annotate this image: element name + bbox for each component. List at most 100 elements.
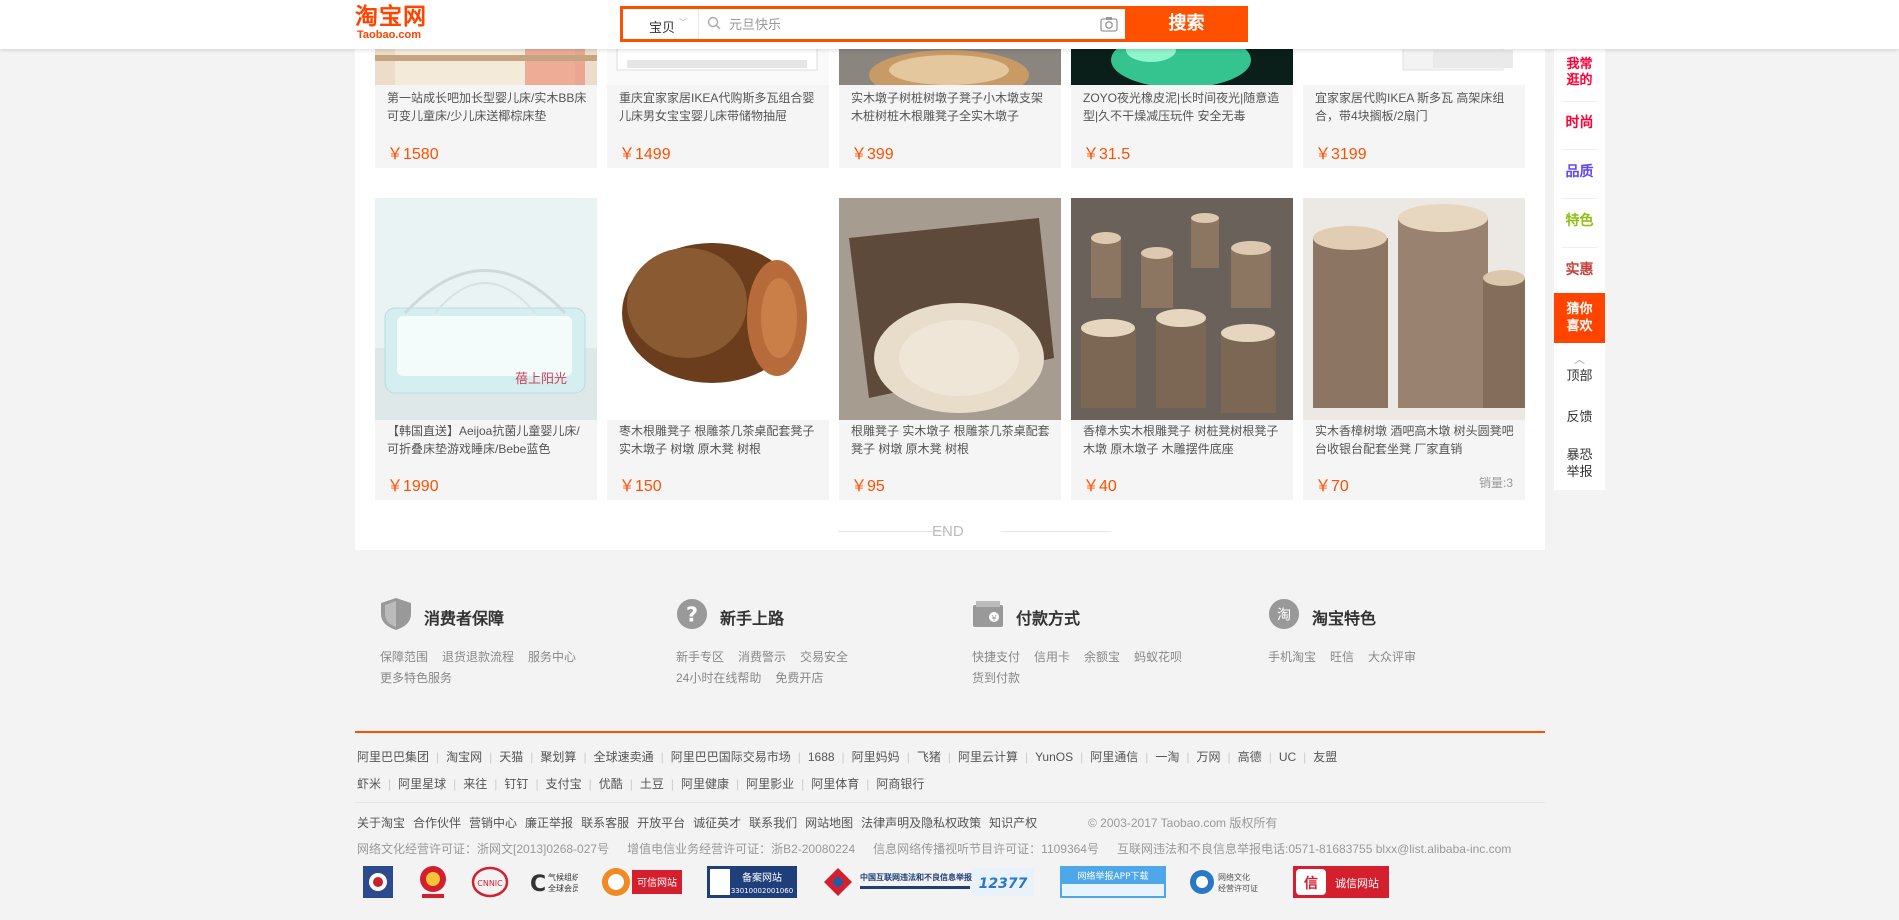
footer-link[interactable]: 阿里星球 — [398, 775, 446, 792]
product-card[interactable]: 根雕凳子 实木墩子 根雕茶几茶桌配套凳子 树墩 原木凳 树根 ￥95 — [839, 198, 1061, 500]
footer-link[interactable]: 阿里健康 — [681, 775, 729, 792]
product-image[interactable] — [1071, 198, 1293, 420]
rnav-item-frequent[interactable]: 我常逛的 — [1562, 57, 1597, 102]
product-card[interactable]: 枣木根雕凳子 根雕茶几茶桌配套凳子实木墩子 树墩 原木凳 树根 ￥150 — [607, 198, 829, 500]
product-card[interactable]: 实木香樟树墩 酒吧高木墩 树头圆凳吧台收银台配套坐凳 厂家直销 ￥70 销量:3 — [1303, 198, 1525, 500]
product-title[interactable]: 根雕凳子 实木墩子 根雕茶几茶桌配套凳子 树墩 原木凳 树根 — [851, 422, 1051, 458]
footer-link[interactable]: 营销中心 — [469, 814, 517, 831]
footer-link[interactable]: 阿里体育 — [811, 775, 859, 792]
culture-license-badge[interactable]: 网络文化 经营许可证 — [1188, 864, 1270, 900]
product-title[interactable]: 实木墩子树桩树墩子凳子小木墩支架木桩树桩木根雕凳子全实木墩子 — [851, 89, 1051, 125]
footer-link[interactable]: 大众评审 — [1368, 647, 1416, 668]
climate-badge[interactable]: C 气候组织 全球会员 — [528, 864, 580, 900]
search-input[interactable] — [707, 9, 1157, 39]
footer-link[interactable]: 飞猪 — [917, 748, 941, 765]
footer-link[interactable]: 快捷支付 — [972, 647, 1020, 668]
search-button[interactable]: 搜索 — [1125, 6, 1248, 42]
footer-link[interactable]: 联系客服 — [581, 814, 629, 831]
footer-link[interactable]: 联系我们 — [749, 814, 797, 831]
product-card[interactable]: 香樟木实木根雕凳子 树桩凳树根凳子木墩 原木墩子 木雕摆件底座 ￥40 — [1071, 198, 1293, 500]
footer-link[interactable]: YunOS — [1035, 750, 1073, 764]
trusted-site-badge[interactable]: 可信网站 — [600, 864, 684, 900]
footer-link[interactable]: 服务中心 — [528, 647, 576, 668]
footer-link[interactable]: 来往 — [463, 775, 487, 792]
footer-link[interactable]: 开放平台 — [637, 814, 685, 831]
product-title[interactable]: 香樟木实木根雕凳子 树桩凳树根凳子木墩 原木墩子 木雕摆件底座 — [1083, 422, 1283, 458]
product-title[interactable]: 宜家家居代购IKEA 斯多瓦 高架床组合，带4块搁板/2扇门 — [1315, 89, 1515, 125]
rnav-item-guess-you-like[interactable]: 猜你喜欢 — [1554, 293, 1605, 343]
footer-link[interactable]: 1688 — [808, 750, 835, 764]
footer-link[interactable]: 优酷 — [599, 775, 623, 792]
footer-link[interactable]: 保障范围 — [380, 647, 428, 668]
footer-link[interactable]: 蚂蚁花呗 — [1134, 647, 1182, 668]
footer-link[interactable]: 友盟 — [1313, 748, 1337, 765]
footer-link[interactable]: 网站地图 — [805, 814, 853, 831]
footer-link[interactable]: 旺信 — [1330, 647, 1354, 668]
search-scope-dropdown[interactable]: 宝贝 ﹀ — [623, 9, 699, 39]
illegal-report-badge[interactable]: 中国互联网违法和不良信息举报中心 12377 — [820, 864, 1036, 900]
footer-link[interactable]: 合作伙伴 — [413, 814, 461, 831]
footer-link[interactable]: 阿里云计算 — [958, 748, 1018, 765]
footer-link[interactable]: 支付宝 — [546, 775, 582, 792]
footer-link[interactable]: 消费警示 — [738, 647, 786, 668]
product-title[interactable]: 第一站成长吧加长型婴儿床/实木BB床可变儿童床/少儿床送椰棕床垫 — [387, 89, 587, 125]
product-title[interactable]: 重庆宜家家居IKEA代购斯多瓦组合婴儿床男女宝宝婴儿床带储物抽屉 — [619, 89, 819, 125]
filing-badge[interactable]: 备案网站 33010002001060 — [706, 864, 798, 900]
footer-link[interactable]: 土豆 — [640, 775, 664, 792]
footer-link[interactable]: 天猫 — [499, 748, 523, 765]
footer-link[interactable]: 知识产权 — [989, 814, 1037, 831]
footer-link[interactable]: 淘宝网 — [446, 748, 482, 765]
police-badge[interactable] — [360, 864, 396, 900]
footer-link[interactable]: 阿里妈妈 — [852, 748, 900, 765]
product-image[interactable] — [607, 198, 829, 420]
footer-link[interactable]: 货到付款 — [972, 668, 1020, 689]
report-app-badge[interactable]: 网络举报APP下载 — [1060, 864, 1166, 900]
footer-link[interactable]: 钉钉 — [504, 775, 528, 792]
rnav-item-quality[interactable]: 品质 — [1562, 161, 1597, 199]
footer-link[interactable]: 高德 — [1238, 748, 1262, 765]
footer-link[interactable]: 聚划算 — [540, 748, 576, 765]
footer-link[interactable]: 新手专区 — [676, 647, 724, 668]
footer-link[interactable]: 法律声明及隐私权政策 — [861, 814, 981, 831]
footer-link[interactable]: 阿里影业 — [746, 775, 794, 792]
feedback-button[interactable]: 反馈 — [1554, 409, 1605, 426]
taobao-logo[interactable]: 淘宝网 Taobao.com — [355, 5, 437, 43]
footer-link[interactable]: 余额宝 — [1084, 647, 1120, 668]
footer-link[interactable]: 关于淘宝 — [357, 814, 405, 831]
footer-link[interactable]: 虾米 — [357, 775, 381, 792]
footer-link[interactable]: 交易安全 — [800, 647, 848, 668]
footer-link[interactable]: 阿商银行 — [876, 775, 924, 792]
footer-link[interactable]: 免费开店 — [775, 668, 823, 689]
footer-link[interactable]: UC — [1279, 750, 1296, 764]
footer-link[interactable]: 万网 — [1197, 748, 1221, 765]
footer-link[interactable]: 更多特色服务 — [380, 668, 452, 689]
rnav-item-special[interactable]: 特色 — [1562, 210, 1597, 248]
credit-site-badge[interactable]: 信 诚信网站 — [1293, 864, 1389, 900]
aic-badge[interactable] — [418, 864, 448, 900]
footer-link[interactable]: 全球速卖通 — [594, 748, 654, 765]
product-title[interactable]: 【韩国直送】Aeijoa抗菌儿童婴儿床/可折叠床垫游戏睡床/Bebe蓝色 — [387, 422, 587, 458]
rnav-item-bargain[interactable]: 实惠 — [1562, 259, 1597, 293]
product-image[interactable] — [1303, 198, 1525, 420]
product-card[interactable]: 蓓上阳光 【韩国直送】Aeijoa抗菌儿童婴儿床/可折叠床垫游戏睡床/Bebe蓝… — [375, 198, 597, 500]
footer-link[interactable]: 退货退款流程 — [442, 647, 514, 668]
product-image[interactable] — [839, 198, 1061, 420]
product-title[interactable]: 枣木根雕凳子 根雕茶几茶桌配套凳子实木墩子 树墩 原木凳 树根 — [619, 422, 819, 458]
camera-icon[interactable] — [1100, 16, 1118, 32]
product-image[interactable]: 蓓上阳光 — [375, 198, 597, 420]
cnnic-badge[interactable]: CNNIC — [470, 864, 510, 900]
report-button[interactable]: 暴恐举报 — [1554, 447, 1605, 481]
product-title[interactable]: 实木香樟树墩 酒吧高木墩 树头圆凳吧台收银台配套坐凳 厂家直销 — [1315, 422, 1515, 458]
back-to-top-button[interactable]: ︿ 顶部 — [1554, 351, 1605, 385]
footer-link[interactable]: 手机淘宝 — [1268, 647, 1316, 668]
footer-link[interactable]: 阿里巴巴集团 — [357, 748, 429, 765]
product-title[interactable]: ZOYO夜光橡皮泥|长时间夜光|随意造型|久不干燥减压玩件 安全无毒 — [1083, 89, 1283, 125]
footer-link[interactable]: 阿里通信 — [1090, 748, 1138, 765]
footer-link[interactable]: 阿里巴巴国际交易市场 — [671, 748, 791, 765]
rnav-item-fashion[interactable]: 时尚 — [1562, 112, 1597, 150]
footer-link[interactable]: 一淘 — [1155, 748, 1179, 765]
footer-link[interactable]: 廉正举报 — [525, 814, 573, 831]
footer-link[interactable]: 信用卡 — [1034, 647, 1070, 668]
footer-link[interactable]: 24小时在线帮助 — [676, 668, 761, 689]
footer-link[interactable]: 诚征英才 — [693, 814, 741, 831]
